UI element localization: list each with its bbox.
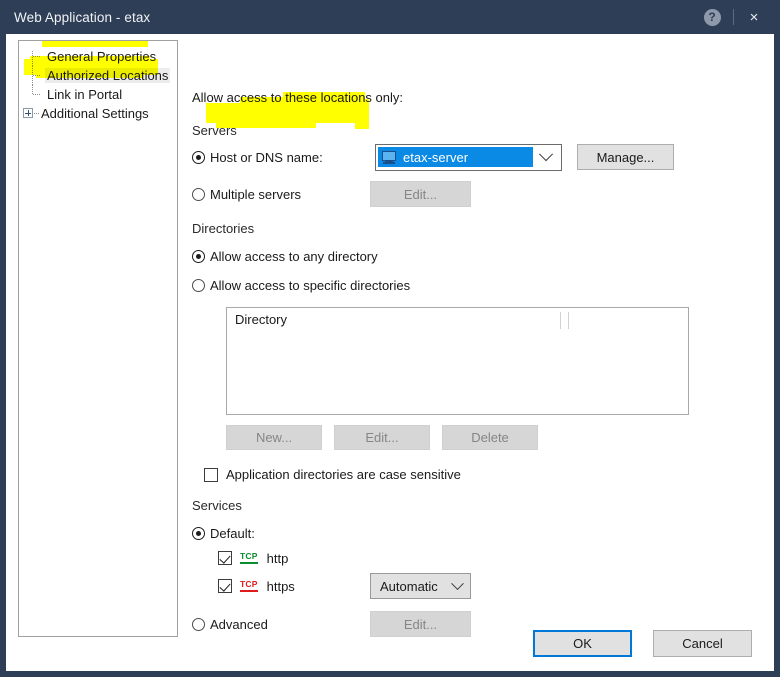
directory-list-header[interactable]: Directory: [227, 308, 688, 330]
edit-directory-button: Edit...: [334, 425, 430, 450]
column-divider[interactable]: [560, 312, 561, 329]
https-label: https: [266, 578, 295, 594]
dialog-window: Web Application - etax ? × General Prope…: [0, 0, 780, 677]
services-group-label: Services: [192, 498, 250, 513]
title-bar-controls: ? ×: [695, 0, 770, 34]
default-services-radio[interactable]: [192, 526, 205, 540]
host-name-selected-value: etax-server: [378, 147, 533, 167]
case-sensitive-checkbox[interactable]: [204, 467, 218, 482]
host-or-dns-label: Host or DNS name:: [210, 149, 323, 165]
servers-group-label: Servers: [192, 123, 245, 138]
services-group: Services Default: TCP http TCP https Aut…: [192, 498, 752, 637]
cancel-button[interactable]: Cancel: [653, 630, 752, 657]
tree-item-additional-settings[interactable]: Additional Settings: [19, 104, 177, 123]
service-row-https[interactable]: TCP https Automatic: [192, 572, 752, 600]
specific-directories-row[interactable]: Allow access to specific directories: [192, 274, 752, 296]
multiple-servers-edit-button: Edit...: [370, 181, 471, 207]
any-directory-label: Allow access to any directory: [210, 248, 378, 264]
default-services-label: Default:: [210, 525, 255, 541]
default-services-row[interactable]: Default:: [192, 522, 752, 544]
directories-group: Directories Allow access to any director…: [192, 221, 752, 482]
column-divider[interactable]: [568, 312, 569, 329]
multiple-servers-label: Multiple servers: [210, 186, 302, 202]
tree-item-general-properties[interactable]: General Properties: [19, 47, 177, 66]
window-title: Web Application - etax: [14, 9, 151, 25]
intro-text: Allow access to these locations only:: [192, 90, 403, 105]
chevron-down-icon: [451, 576, 464, 590]
directories-group-label: Directories: [192, 221, 263, 236]
any-directory-row[interactable]: Allow access to any directory: [192, 245, 752, 267]
directories-group-header: Directories: [192, 221, 752, 236]
expand-plus-icon[interactable]: [23, 104, 39, 123]
close-button[interactable]: ×: [738, 0, 770, 34]
any-directory-radio[interactable]: [192, 249, 205, 263]
help-button[interactable]: ?: [695, 0, 729, 34]
advanced-edit-button: Edit...: [370, 611, 471, 637]
case-sensitive-label: Application directories are case sensiti…: [226, 467, 461, 482]
https-checkbox[interactable]: [218, 579, 232, 593]
new-directory-button: New...: [226, 425, 322, 450]
https-mode-value: Automatic: [380, 578, 438, 594]
settings-panel: Allow access to these locations only: Se…: [192, 40, 752, 637]
advanced-services-label: Advanced: [210, 616, 268, 632]
tree-connector-icon: [29, 66, 45, 85]
manage-button[interactable]: Manage...: [577, 144, 674, 170]
host-name-combobox[interactable]: etax-server: [375, 143, 562, 171]
directory-actions: New... Edit... Delete: [226, 425, 752, 450]
tcp-protocol-icon: TCP: [240, 580, 258, 592]
tree-item-label: Additional Settings: [41, 106, 149, 121]
computer-icon: [382, 150, 396, 164]
dialog-client-area: General Properties Authorized Locations …: [6, 34, 774, 671]
group-divider: [192, 229, 752, 230]
services-group-header: Services: [192, 498, 752, 513]
service-row-http[interactable]: TCP http: [192, 544, 752, 572]
host-or-dns-row[interactable]: Host or DNS name: etax-server Manage...: [192, 143, 752, 171]
servers-group: Servers Host or DNS name: etax-server Ma…: [192, 123, 752, 207]
group-divider: [192, 506, 752, 507]
host-name-text: etax-server: [403, 149, 469, 165]
delete-directory-button: Delete: [442, 425, 538, 450]
http-label: http: [266, 550, 289, 566]
tree-connector-icon: [29, 47, 45, 66]
tree-item-label: Authorized Locations: [45, 68, 171, 83]
servers-group-header: Servers: [192, 123, 752, 138]
specific-directories-label: Allow access to specific directories: [210, 277, 411, 293]
tree-item-label: Link in Portal: [47, 87, 123, 102]
dialog-footer: OK Cancel: [533, 630, 752, 657]
title-bar-separator: [733, 9, 734, 25]
advanced-services-radio[interactable]: [192, 617, 205, 631]
tree-item-link-in-portal[interactable]: Link in Portal: [19, 85, 177, 104]
case-sensitive-row[interactable]: Application directories are case sensiti…: [204, 467, 752, 482]
multiple-servers-radio[interactable]: [192, 187, 205, 201]
specific-directories-radio[interactable]: [192, 278, 205, 292]
title-bar: Web Application - etax ? ×: [6, 0, 774, 34]
directory-list[interactable]: Directory: [226, 307, 689, 415]
help-circle-icon: ?: [703, 8, 721, 26]
http-checkbox[interactable]: [218, 551, 232, 565]
host-or-dns-radio[interactable]: [192, 150, 205, 164]
multiple-servers-row[interactable]: Multiple servers Edit...: [192, 181, 752, 207]
tree-connector-icon: [29, 85, 45, 104]
group-divider: [192, 131, 752, 132]
navigation-tree[interactable]: General Properties Authorized Locations …: [18, 40, 178, 637]
https-mode-dropdown[interactable]: Automatic: [370, 573, 471, 599]
tree-item-authorized-locations[interactable]: Authorized Locations: [19, 66, 177, 85]
tree-item-label: General Properties: [47, 49, 157, 64]
tcp-protocol-icon: TCP: [240, 552, 258, 564]
chevron-down-icon[interactable]: [533, 147, 559, 162]
ok-button[interactable]: OK: [533, 630, 632, 657]
directory-column-header: Directory: [235, 311, 288, 327]
